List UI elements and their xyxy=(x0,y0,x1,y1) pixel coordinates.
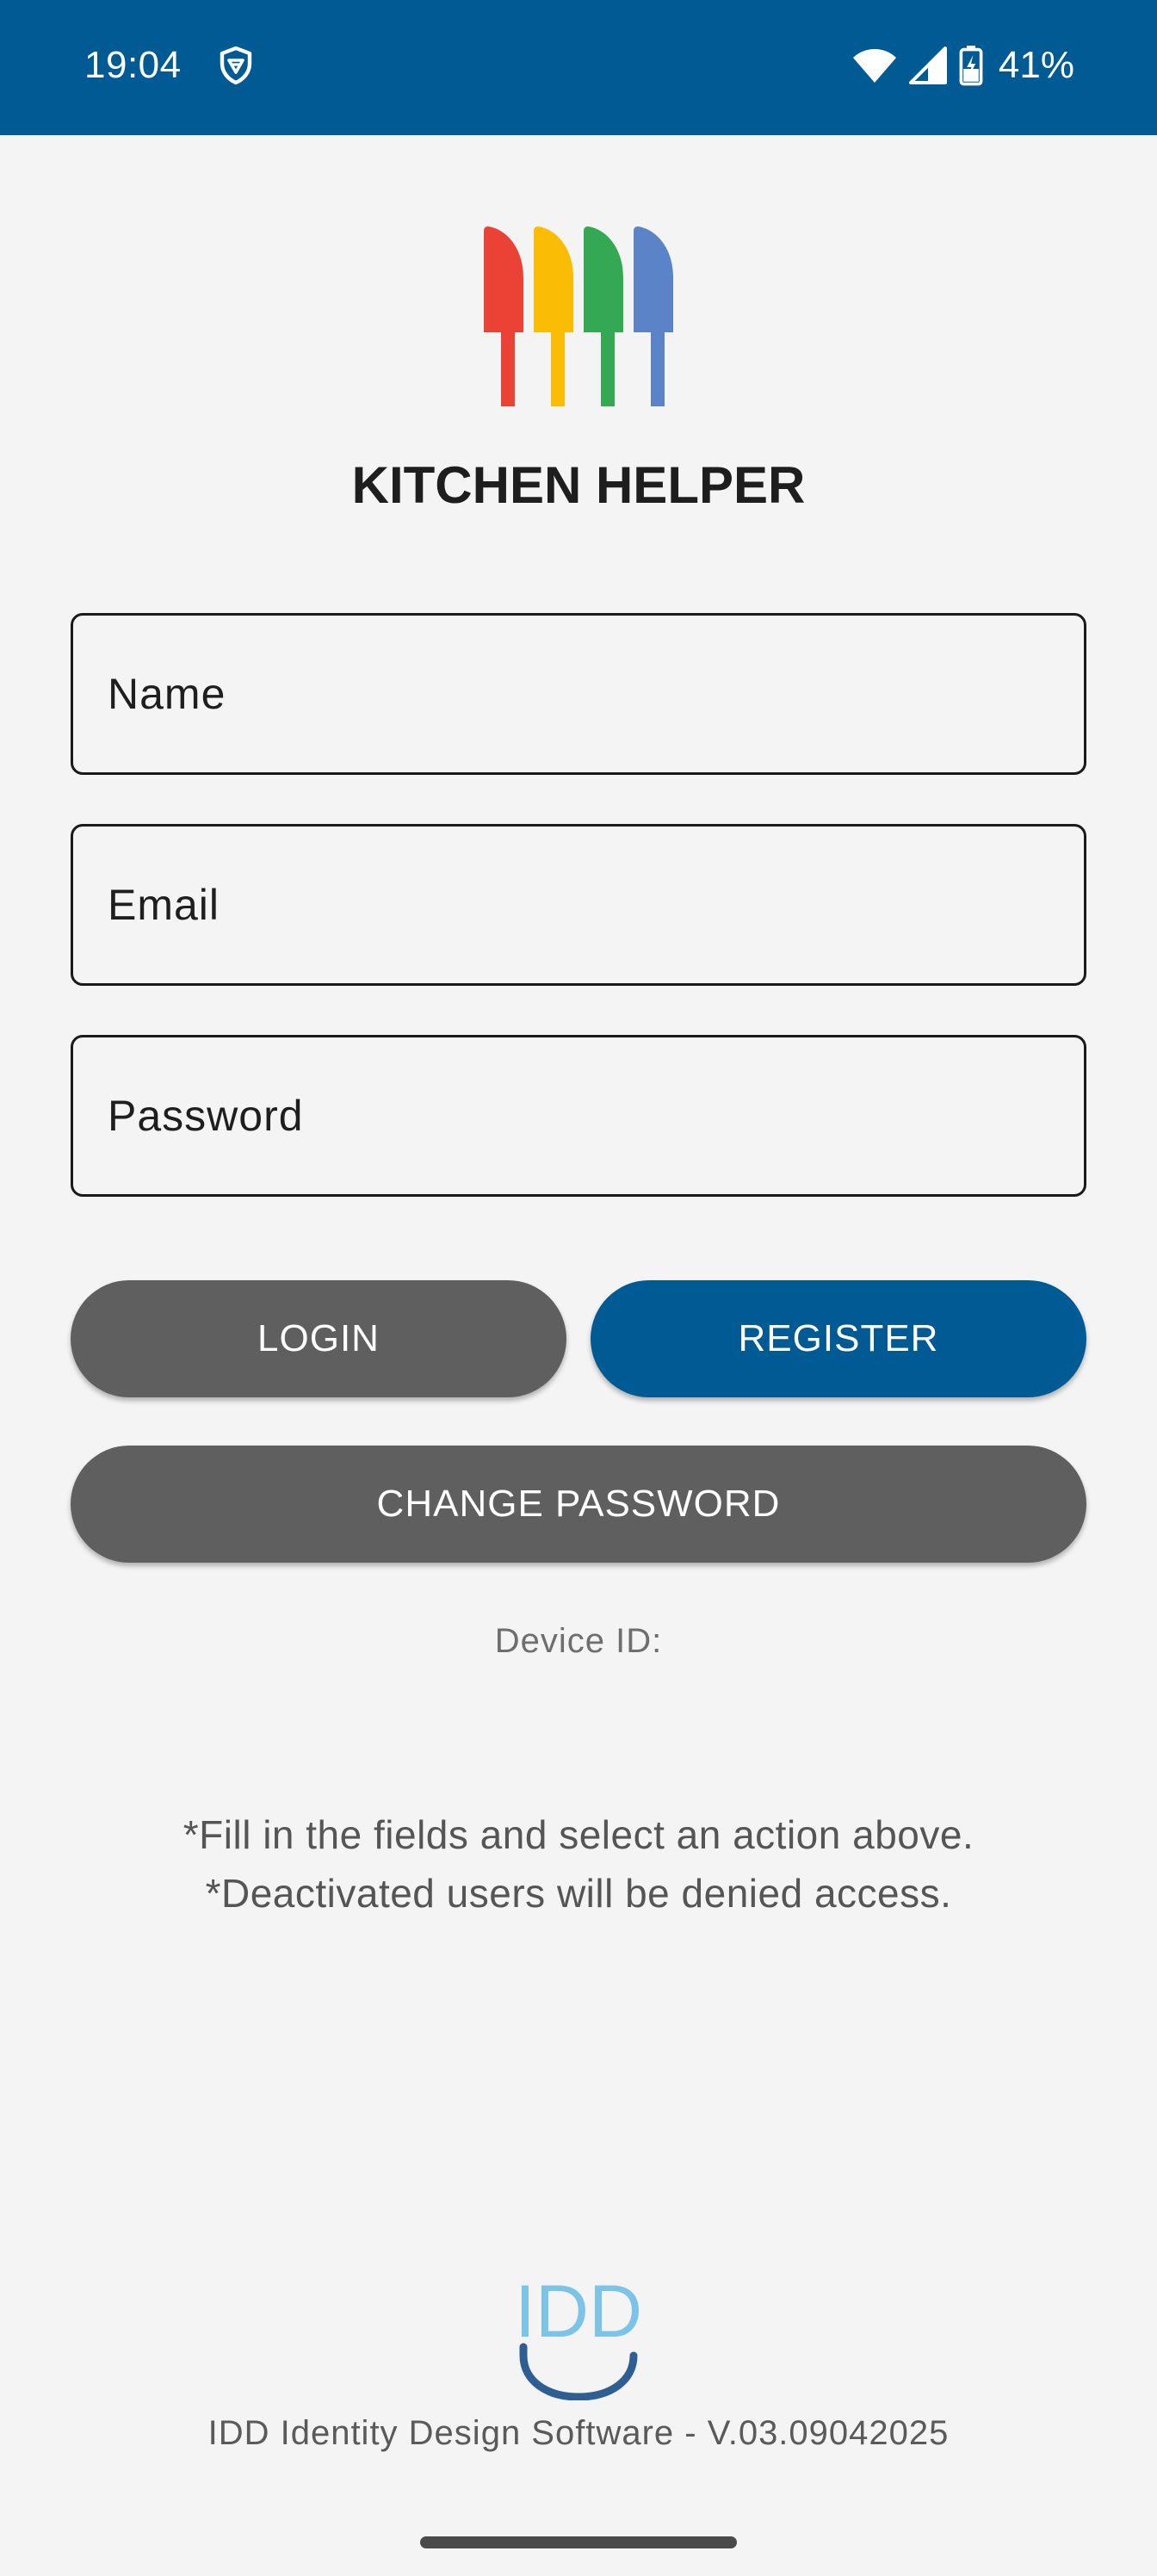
battery-charging-icon xyxy=(959,46,983,86)
name-field-label: Name xyxy=(108,670,226,718)
device-id-label: Device ID: xyxy=(494,1622,663,1660)
hint-deactivated-users: *Deactivated users will be denied access… xyxy=(205,1871,952,1916)
change-password-button[interactable]: CHANGE PASSWORD xyxy=(71,1446,1086,1563)
password-field-label: Password xyxy=(108,1092,304,1140)
idd-logo: IDD xyxy=(515,2276,642,2400)
password-field[interactable]: Password xyxy=(71,1035,1086,1197)
app-title: KITCHEN HELPER xyxy=(351,456,806,514)
login-button[interactable]: LOGIN xyxy=(71,1280,566,1397)
status-time: 19:04 xyxy=(84,44,182,86)
home-indicator[interactable] xyxy=(420,2536,737,2548)
footer-version-text: IDD Identity Design Software - V.03.0904… xyxy=(207,2414,950,2452)
svg-text:IDD: IDD xyxy=(515,2276,642,2353)
wifi-icon xyxy=(852,49,896,83)
email-field[interactable]: Email xyxy=(71,824,1086,986)
status-bar: 19:04 41% xyxy=(0,0,1157,135)
kitchen-utensils-logo xyxy=(484,226,673,406)
status-icons: 41% xyxy=(852,41,1074,90)
battery-percentage: 41% xyxy=(998,44,1074,86)
email-field-label: Email xyxy=(108,881,220,929)
name-field[interactable]: Name xyxy=(71,613,1086,775)
register-button[interactable]: REGISTER xyxy=(591,1280,1086,1397)
vpn-shield-icon xyxy=(220,46,252,85)
hint-fill-fields: *Fill in the fields and select an action… xyxy=(183,1812,974,1857)
cell-signal-icon xyxy=(908,46,947,84)
